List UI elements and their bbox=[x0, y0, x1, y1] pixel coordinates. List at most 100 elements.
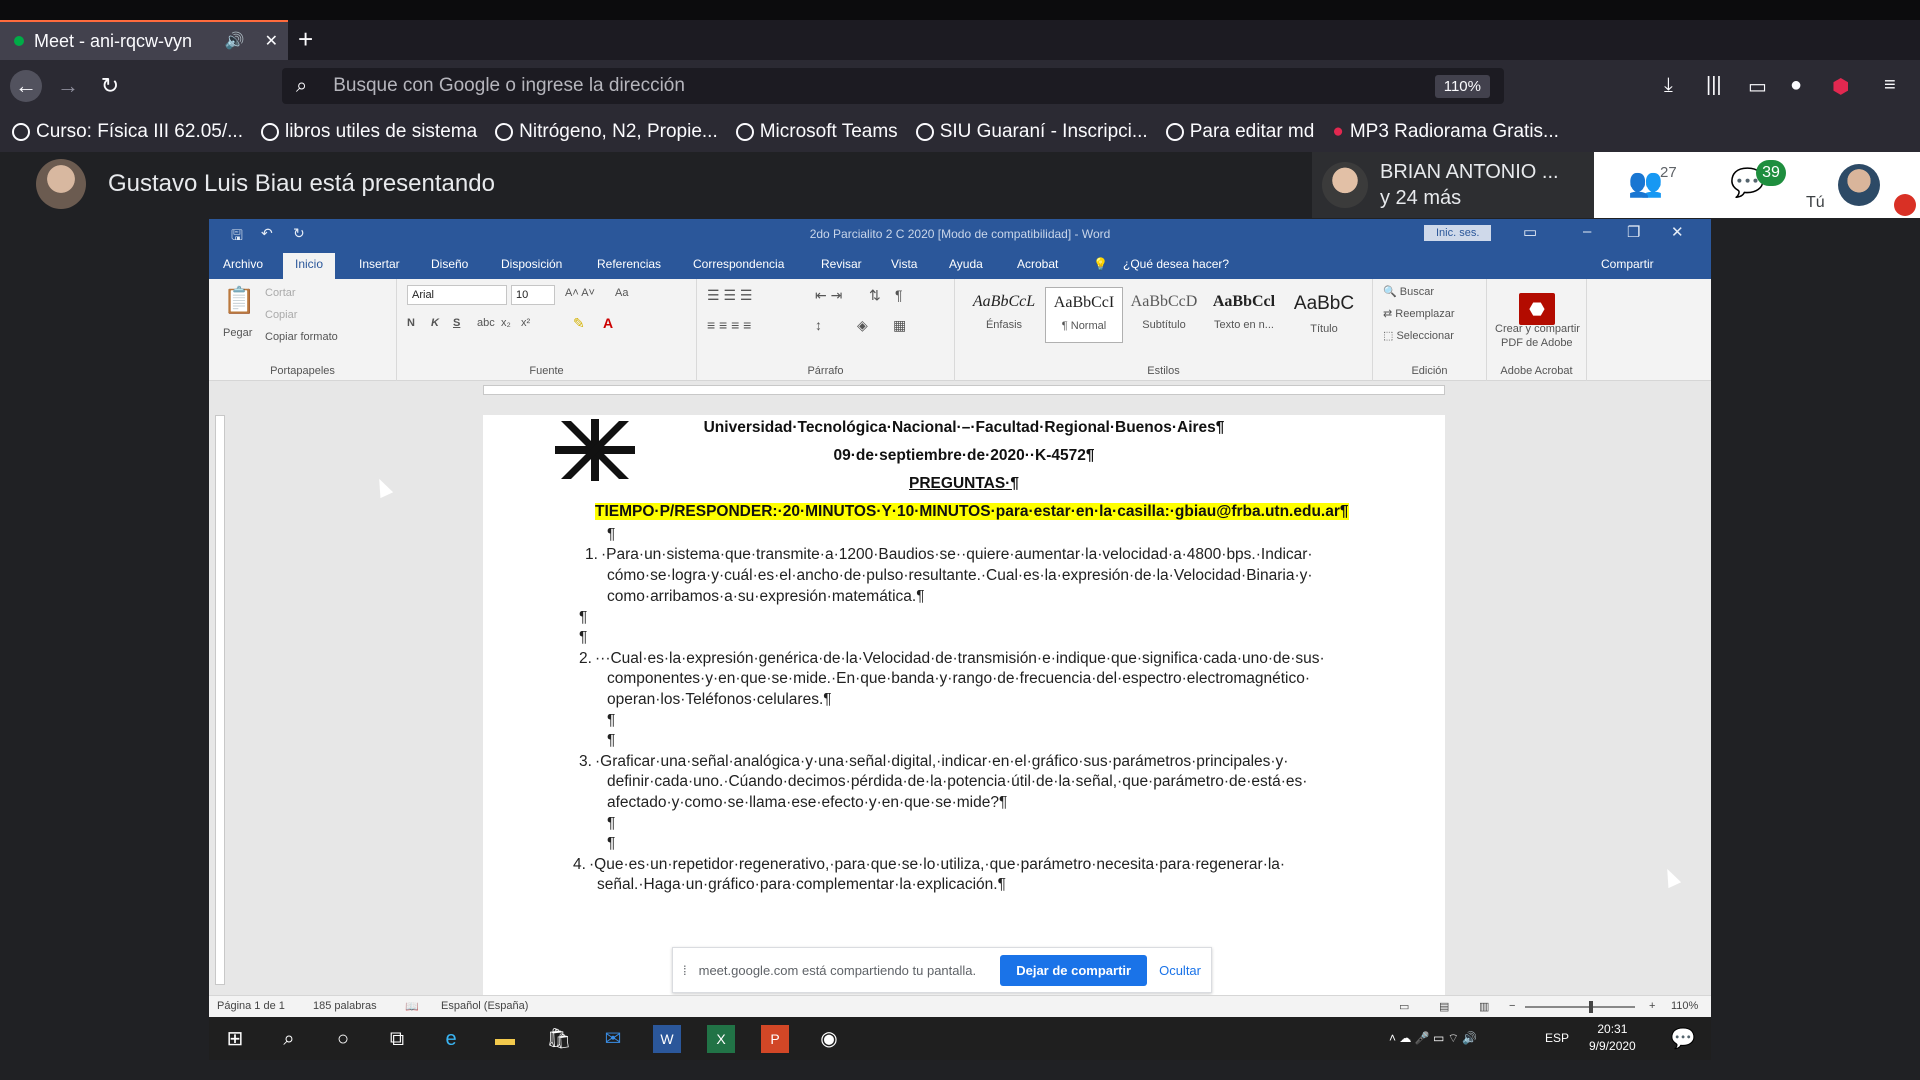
style-normal[interactable]: AaBbCcI ¶ Normal bbox=[1045, 287, 1123, 343]
page-count[interactable]: Página 1 de 1 bbox=[217, 1000, 285, 1012]
extension-icon[interactable]: ● bbox=[1790, 74, 1802, 97]
indent-icon[interactable]: ⇤ ⇥ bbox=[815, 287, 842, 304]
word-app-icon[interactable]: W bbox=[653, 1025, 681, 1053]
sidebar-icon[interactable]: ▭ bbox=[1748, 74, 1767, 99]
shading-icon[interactable]: ◈ bbox=[857, 317, 868, 334]
minimize-icon[interactable]: – bbox=[1583, 223, 1591, 240]
align-icons[interactable]: ≡ ≡ ≡ ≡ bbox=[707, 317, 751, 333]
select-button[interactable]: ⬚ Seleccionar bbox=[1383, 329, 1454, 342]
task-view-icon[interactable]: ⧉ bbox=[383, 1025, 411, 1053]
bookmark-item[interactable]: SIU Guaraní - Inscripci... bbox=[915, 121, 1148, 143]
bookmark-item[interactable]: libros utiles de sistema bbox=[260, 121, 477, 143]
format-painter-button[interactable]: Copiar formato bbox=[265, 331, 338, 343]
sort-icon[interactable]: ⇅ bbox=[869, 287, 881, 304]
new-tab-button[interactable]: + bbox=[298, 24, 313, 55]
close-icon[interactable]: ✕ bbox=[1671, 223, 1684, 241]
people-icon[interactable]: 👥 bbox=[1628, 166, 1663, 199]
store-icon[interactable]: 🛍 bbox=[545, 1025, 573, 1053]
powerpoint-app-icon[interactable]: P bbox=[761, 1025, 789, 1053]
ublock-icon[interactable]: ⬢ bbox=[1832, 74, 1849, 99]
print-layout-icon[interactable]: ▤ bbox=[1439, 1000, 1449, 1013]
bookmark-item[interactable]: Para editar md bbox=[1165, 121, 1314, 143]
search-icon[interactable]: ⌕ bbox=[275, 1025, 303, 1053]
style-subtitulo[interactable]: AaBbCcD Subtítulo bbox=[1125, 287, 1203, 343]
font-color-icon[interactable]: A bbox=[603, 315, 613, 331]
tab-ayuda[interactable]: Ayuda bbox=[949, 257, 983, 271]
url-bar[interactable]: ⌕ Busque con Google o ingrese la direcci… bbox=[282, 68, 1504, 104]
excel-app-icon[interactable]: X bbox=[707, 1025, 735, 1053]
download-icon[interactable]: ⤓ bbox=[1664, 74, 1673, 97]
proofing-icon[interactable]: 📖 bbox=[405, 1000, 419, 1013]
underline-icon[interactable]: S bbox=[453, 317, 460, 329]
file-explorer-icon[interactable]: ▬ bbox=[491, 1025, 519, 1053]
bullets-icon[interactable]: ☰ ☰ ☰ bbox=[707, 287, 752, 304]
edge-icon[interactable]: e bbox=[437, 1025, 465, 1053]
drag-handle-icon[interactable]: ⁞ bbox=[683, 963, 687, 978]
style-texto[interactable]: AaBbCcl Texto en n... bbox=[1205, 287, 1283, 343]
maximize-icon[interactable]: ❐ bbox=[1627, 223, 1640, 241]
participant-tile[interactable]: BRIAN ANTONIO ... y 24 más bbox=[1312, 152, 1594, 218]
highlight-icon[interactable]: ✎ bbox=[573, 315, 585, 332]
tab-disposicion[interactable]: Disposición bbox=[501, 257, 562, 271]
start-icon[interactable]: ⊞ bbox=[221, 1025, 249, 1053]
share-button[interactable]: Compartir bbox=[1601, 257, 1654, 271]
reload-button[interactable]: ↻ bbox=[94, 70, 126, 102]
back-button[interactable]: ← bbox=[10, 70, 42, 102]
forward-button[interactable]: → bbox=[52, 70, 84, 102]
zoom-indicator[interactable]: 110% bbox=[1434, 75, 1490, 98]
strikethrough-icon[interactable]: abc bbox=[477, 317, 495, 329]
tray-icons[interactable]: ˄ ☁ 🎤 ▭ ⌔ 🔊 bbox=[1389, 1031, 1477, 1046]
library-icon[interactable]: ||| bbox=[1706, 74, 1722, 97]
font-name-select[interactable]: Arial bbox=[407, 285, 507, 305]
web-layout-icon[interactable]: ▥ bbox=[1479, 1000, 1489, 1013]
hide-button[interactable]: Ocultar bbox=[1159, 963, 1201, 978]
tab-archivo[interactable]: Archivo bbox=[223, 257, 263, 271]
close-tab-icon[interactable]: ✕ bbox=[265, 31, 278, 51]
replace-button[interactable]: ⇄ Reemplazar bbox=[1383, 307, 1455, 320]
find-button[interactable]: 🔍 Buscar bbox=[1383, 285, 1434, 298]
chrome-icon[interactable]: ◉ bbox=[815, 1025, 843, 1053]
speaker-icon[interactable]: 🔊 bbox=[225, 31, 245, 51]
copy-button[interactable]: Copiar bbox=[265, 309, 297, 321]
zoom-slider[interactable] bbox=[1525, 1001, 1635, 1013]
menu-icon[interactable]: ≡ bbox=[1884, 74, 1896, 97]
notifications-icon[interactable]: 💬 bbox=[1669, 1025, 1697, 1053]
create-pdf-label-2[interactable]: PDF de Adobe bbox=[1501, 337, 1573, 349]
zoom-in-icon[interactable]: + bbox=[1649, 1000, 1655, 1012]
zoom-out-icon[interactable]: − bbox=[1509, 1000, 1515, 1012]
mail-icon[interactable]: ✉ bbox=[599, 1025, 627, 1053]
word-count[interactable]: 185 palabras bbox=[313, 1000, 377, 1012]
tab-acrobat[interactable]: Acrobat bbox=[1017, 257, 1058, 271]
tab-inicio[interactable]: Inicio bbox=[283, 253, 336, 279]
grow-font-icon[interactable]: A˄ A˅ bbox=[565, 287, 595, 299]
font-size-select[interactable]: 10 bbox=[511, 285, 555, 305]
cortana-icon[interactable]: ○ bbox=[329, 1025, 357, 1053]
paste-button[interactable]: Pegar bbox=[223, 327, 252, 339]
style-enfasis[interactable]: AaBbCcL Énfasis bbox=[965, 287, 1043, 343]
bookmark-item[interactable]: Nitrógeno, N2, Propie... bbox=[495, 121, 718, 143]
tab-revisar[interactable]: Revisar bbox=[821, 257, 862, 271]
line-spacing-icon[interactable]: ↕ bbox=[815, 317, 822, 333]
zoom-level[interactable]: 110% bbox=[1671, 1000, 1698, 1012]
language[interactable]: Español (España) bbox=[441, 1000, 528, 1012]
stop-sharing-button[interactable]: Dejar de compartir bbox=[1000, 954, 1148, 986]
tab-diseno[interactable]: Diseño bbox=[431, 257, 468, 271]
change-case-icon[interactable]: Aa bbox=[615, 287, 628, 299]
paste-icon[interactable]: 📋 bbox=[223, 285, 255, 316]
bold-icon[interactable]: N bbox=[407, 317, 415, 329]
italic-icon[interactable]: K bbox=[431, 317, 439, 329]
tab-correspondencia[interactable]: Correspondencia bbox=[693, 257, 784, 271]
superscript-icon[interactable]: x² bbox=[521, 317, 530, 329]
tab-vista[interactable]: Vista bbox=[891, 257, 917, 271]
self-avatar[interactable] bbox=[1838, 164, 1880, 206]
tell-me-search[interactable]: ¿Qué desea hacer? bbox=[1123, 257, 1229, 271]
borders-icon[interactable]: ▦ bbox=[893, 317, 906, 334]
tab-referencias[interactable]: Referencias bbox=[597, 257, 661, 271]
cut-button[interactable]: Cortar bbox=[265, 287, 296, 299]
input-language[interactable]: ESP bbox=[1545, 1031, 1569, 1045]
bookmark-item[interactable]: Curso: Física III 62.05/... bbox=[12, 121, 243, 143]
adobe-pdf-icon[interactable]: ⬣ bbox=[1519, 293, 1555, 325]
subscript-icon[interactable]: x₂ bbox=[501, 317, 511, 329]
bookmark-item[interactable]: Microsoft Teams bbox=[735, 121, 898, 143]
tab-insertar[interactable]: Insertar bbox=[359, 257, 400, 271]
